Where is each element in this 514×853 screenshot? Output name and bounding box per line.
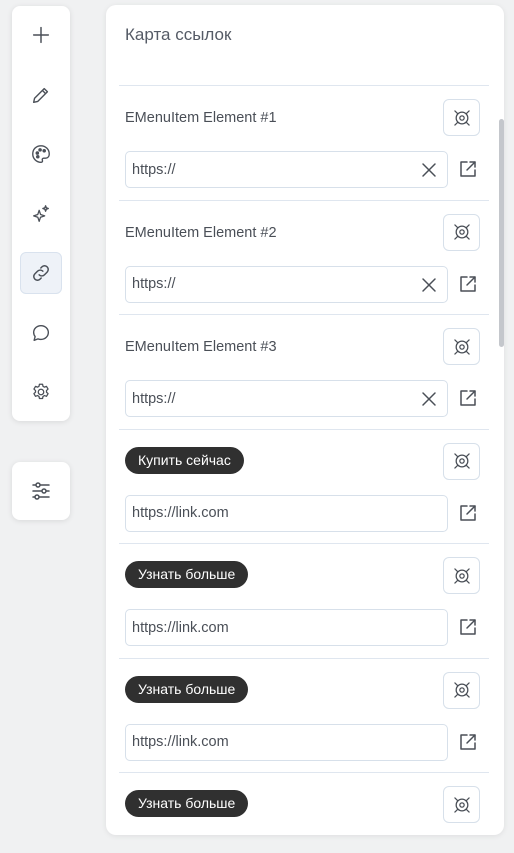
external-link-icon xyxy=(460,504,476,521)
clear-url-button[interactable] xyxy=(417,273,441,297)
url-field xyxy=(125,380,448,417)
url-field xyxy=(125,609,448,646)
target-icon xyxy=(453,224,470,240)
gear-icon xyxy=(33,383,49,400)
ai-button[interactable] xyxy=(20,193,62,235)
url-input[interactable] xyxy=(132,610,412,645)
locate-element-button[interactable] xyxy=(443,328,480,365)
clear-url-button[interactable] xyxy=(417,158,441,182)
url-input[interactable] xyxy=(132,495,412,531)
design-button[interactable] xyxy=(20,133,62,175)
locate-element-button[interactable] xyxy=(443,557,480,594)
url-input[interactable] xyxy=(132,152,412,187)
target-icon xyxy=(453,338,470,355)
url-field xyxy=(125,265,448,303)
locate-element-button[interactable] xyxy=(443,786,480,823)
external-link-icon xyxy=(460,733,476,750)
element-label: EMenuItem Element #2 xyxy=(125,224,277,241)
element-button-pill: Узнать больше xyxy=(125,675,249,703)
external-link-icon xyxy=(460,390,476,406)
scrollbar-thumb[interactable] xyxy=(499,119,504,347)
open-link-button[interactable] xyxy=(456,501,480,525)
comments-button[interactable] xyxy=(20,312,62,354)
element-button-pill: Узнать больше xyxy=(125,561,249,588)
open-link-button[interactable] xyxy=(456,157,480,181)
locate-element-button[interactable] xyxy=(443,442,480,480)
tool-rail xyxy=(12,6,70,421)
settings-button[interactable] xyxy=(20,371,62,413)
element-label: EMenuItem Element #3 xyxy=(125,339,277,355)
open-link-button[interactable] xyxy=(456,615,480,639)
sparkles-icon xyxy=(33,205,49,222)
links-button[interactable] xyxy=(20,252,62,294)
filters-button[interactable] xyxy=(12,462,70,520)
locate-element-button[interactable] xyxy=(443,99,480,136)
open-link-button[interactable] xyxy=(456,386,480,410)
links-list[interactable]: EMenuItem Element #1 EMenuItem Element #2… xyxy=(119,85,489,835)
target-icon xyxy=(453,453,470,469)
element-label: EMenuItem Element #1 xyxy=(125,110,277,126)
link-icon xyxy=(33,265,49,281)
element-button-pill: Купить сейчас xyxy=(125,446,244,474)
close-icon xyxy=(422,277,436,292)
scrollbar[interactable] xyxy=(498,85,504,835)
target-icon xyxy=(453,567,470,584)
open-link-button[interactable] xyxy=(456,272,480,296)
url-input[interactable] xyxy=(132,266,412,302)
link-row: EMenuItem Element #1 xyxy=(119,85,489,200)
external-link-icon xyxy=(460,619,476,635)
plus-icon xyxy=(32,26,50,44)
url-input[interactable] xyxy=(132,724,412,760)
link-map-panel: Карта ссылок EMenuItem Element #1EMenuIt… xyxy=(106,5,504,835)
close-icon xyxy=(422,392,436,406)
palette-icon xyxy=(32,145,50,163)
sliders-icon xyxy=(32,482,50,500)
panel-title: Карта ссылок xyxy=(125,25,232,44)
clear-url-button[interactable] xyxy=(417,387,441,411)
link-row: Узнать больше xyxy=(119,772,489,835)
link-row: EMenuItem Element #2 xyxy=(119,199,489,315)
edit-button[interactable] xyxy=(20,74,62,116)
close-icon xyxy=(422,163,436,177)
open-link-button[interactable] xyxy=(456,730,480,754)
target-icon xyxy=(453,796,470,813)
link-row: Узнать больше xyxy=(119,657,489,773)
pencil-icon xyxy=(32,87,49,104)
url-field xyxy=(125,494,448,532)
link-row: Купить сейчас xyxy=(119,428,489,544)
add-button[interactable] xyxy=(20,14,62,56)
locate-element-button[interactable] xyxy=(443,213,480,251)
chat-bubble-icon xyxy=(32,324,50,342)
locate-element-button[interactable] xyxy=(443,671,480,709)
url-input[interactable] xyxy=(132,381,412,416)
target-icon xyxy=(453,109,470,126)
link-row: Узнать больше xyxy=(119,543,489,658)
target-icon xyxy=(453,682,470,698)
element-button-pill: Узнать больше xyxy=(125,790,249,817)
external-link-icon xyxy=(460,275,476,292)
external-link-icon xyxy=(460,161,476,177)
url-field xyxy=(125,723,448,761)
url-field xyxy=(125,151,448,188)
link-row: EMenuItem Element #3 xyxy=(119,314,489,429)
